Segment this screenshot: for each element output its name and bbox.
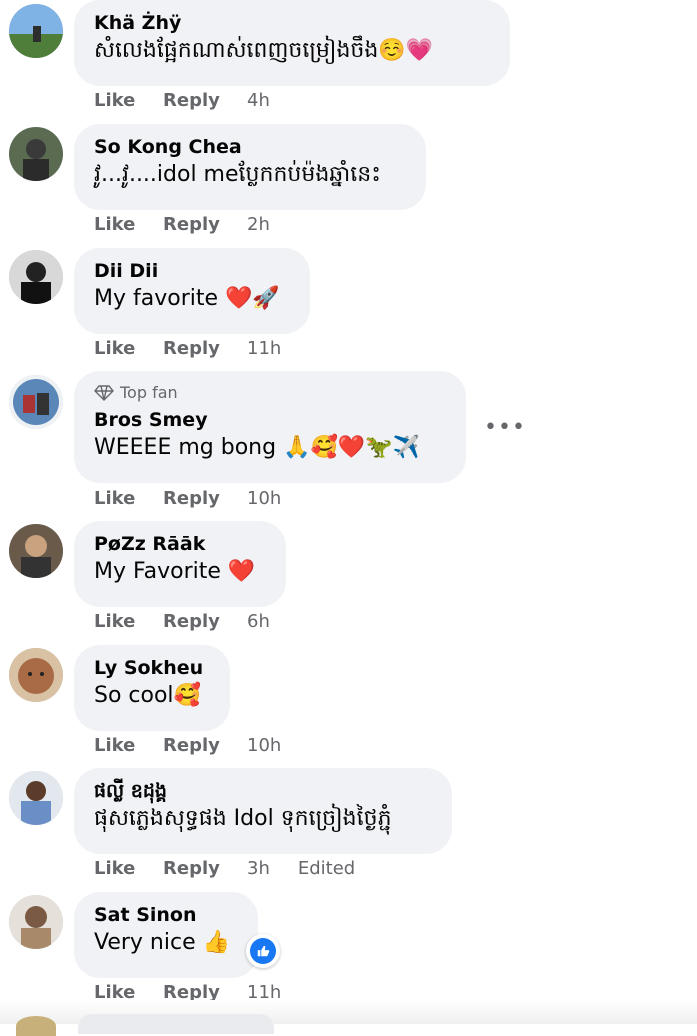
reply-button[interactable]: Reply <box>163 735 247 757</box>
comment-timestamp[interactable]: 10h <box>247 488 281 510</box>
comment-bubble: Khä Żhÿ សំលេងផ្អែកណាស់ពេញចម្រៀងចឹង☺️💗 <box>74 0 510 86</box>
like-button[interactable]: Like <box>94 611 163 633</box>
top-fan-badge: Top fan <box>94 382 446 404</box>
comment-text: My Favorite ❤️ <box>94 559 256 584</box>
avatar[interactable] <box>9 250 63 304</box>
comment-bubble: Sat Sinon Very nice 👍 <box>74 892 258 978</box>
reply-button[interactable]: Reply <box>163 611 247 633</box>
comment-timestamp[interactable]: 2h <box>247 214 270 236</box>
comment-timestamp[interactable]: 6h <box>247 611 270 633</box>
like-button[interactable]: Like <box>94 214 163 236</box>
comment-timestamp[interactable]: 3h <box>247 858 270 880</box>
reply-button[interactable]: Reply <box>163 214 247 236</box>
like-button[interactable]: Like <box>94 858 163 880</box>
comment-text: So cool🥰 <box>94 683 201 708</box>
top-fan-label: Top fan <box>120 383 178 402</box>
comment-bubble: Top fan Bros Smey WEEEE mg bong 🙏🥰❤️🦖✈️ <box>74 371 466 483</box>
comment-text: វូ...វូ....idol meប្លែកកប់ម៉ងឆ្នាំនេះ <box>94 162 381 187</box>
avatar[interactable] <box>9 4 63 58</box>
thumbs-up-icon <box>250 938 276 964</box>
like-reaction-icon[interactable] <box>246 934 280 968</box>
comment-actions: Like Reply 10h <box>94 488 281 510</box>
comment-bubble <box>78 1014 274 1034</box>
commenter-name[interactable]: So Kong Chea <box>94 135 406 159</box>
comment-actions: Like Reply 11h <box>94 338 281 360</box>
commenter-name[interactable]: Dii Dii <box>94 259 290 283</box>
comment-text: Very nice 👍 <box>94 930 231 955</box>
reply-button[interactable]: Reply <box>163 858 247 880</box>
commenter-name[interactable]: Sat Sinon <box>94 903 238 927</box>
comment-bubble: PøZz Rāāk My Favorite ❤️ <box>74 521 286 607</box>
reply-button[interactable]: Reply <box>163 488 247 510</box>
more-options-button[interactable]: ••• <box>484 415 526 440</box>
comment-actions: Like Reply 6h <box>94 611 270 633</box>
commenter-name[interactable]: Khä Żhÿ <box>94 11 490 35</box>
avatar[interactable] <box>16 1016 56 1036</box>
like-button[interactable]: Like <box>94 90 163 112</box>
comment-text: WEEEE mg bong 🙏🥰❤️🦖✈️ <box>94 435 421 460</box>
comment-actions: Like Reply 2h <box>94 214 270 236</box>
edited-label[interactable]: Edited <box>298 858 355 880</box>
comment-bubble: Ly Sokheu So cool🥰 <box>74 645 230 731</box>
comment-actions: Like Reply 10h <box>94 735 281 757</box>
like-button[interactable]: Like <box>94 488 163 510</box>
commenter-name[interactable]: ផល្លី ឧដុង្គ <box>94 779 432 803</box>
comment-text: សំលេងផ្អែកណាស់ពេញចម្រៀងចឹង☺️💗 <box>94 38 434 63</box>
comment-bubble: So Kong Chea វូ...វូ....idol meប្លែកកប់ម… <box>74 124 426 210</box>
reply-button[interactable]: Reply <box>163 90 247 112</box>
comment-actions: Like Reply 4h <box>94 90 270 112</box>
comment-text: My favorite ❤️🚀 <box>94 286 280 311</box>
commenter-name[interactable]: Bros Smey <box>94 408 446 432</box>
reply-button[interactable]: Reply <box>163 338 247 360</box>
comment-timestamp[interactable]: 10h <box>247 735 281 757</box>
avatar[interactable] <box>9 524 63 578</box>
avatar[interactable] <box>9 375 63 429</box>
comment-timestamp[interactable]: 11h <box>247 338 281 360</box>
comment-bubble: Dii Dii My favorite ❤️🚀 <box>74 248 310 334</box>
comment-bubble: ផល្លី ឧដុង្គ ផុសភ្លេងសុទ្ធផង Idol ទុកច្រ… <box>74 768 452 854</box>
like-button[interactable]: Like <box>94 338 163 360</box>
diamond-icon <box>94 385 114 401</box>
commenter-name[interactable]: PøZz Rāāk <box>94 532 266 556</box>
comment-actions: Like Reply 3h Edited <box>94 858 355 880</box>
like-button[interactable]: Like <box>94 735 163 757</box>
commenter-name[interactable]: Ly Sokheu <box>94 656 210 680</box>
avatar[interactable] <box>9 648 63 702</box>
avatar[interactable] <box>9 895 63 949</box>
avatar[interactable] <box>9 771 63 825</box>
avatar[interactable] <box>9 127 63 181</box>
comment-timestamp[interactable]: 4h <box>247 90 270 112</box>
comment-text: ផុសភ្លេងសុទ្ធផង Idol ទុកច្រៀងថ្ងៃភ្ជុំ <box>94 806 392 831</box>
